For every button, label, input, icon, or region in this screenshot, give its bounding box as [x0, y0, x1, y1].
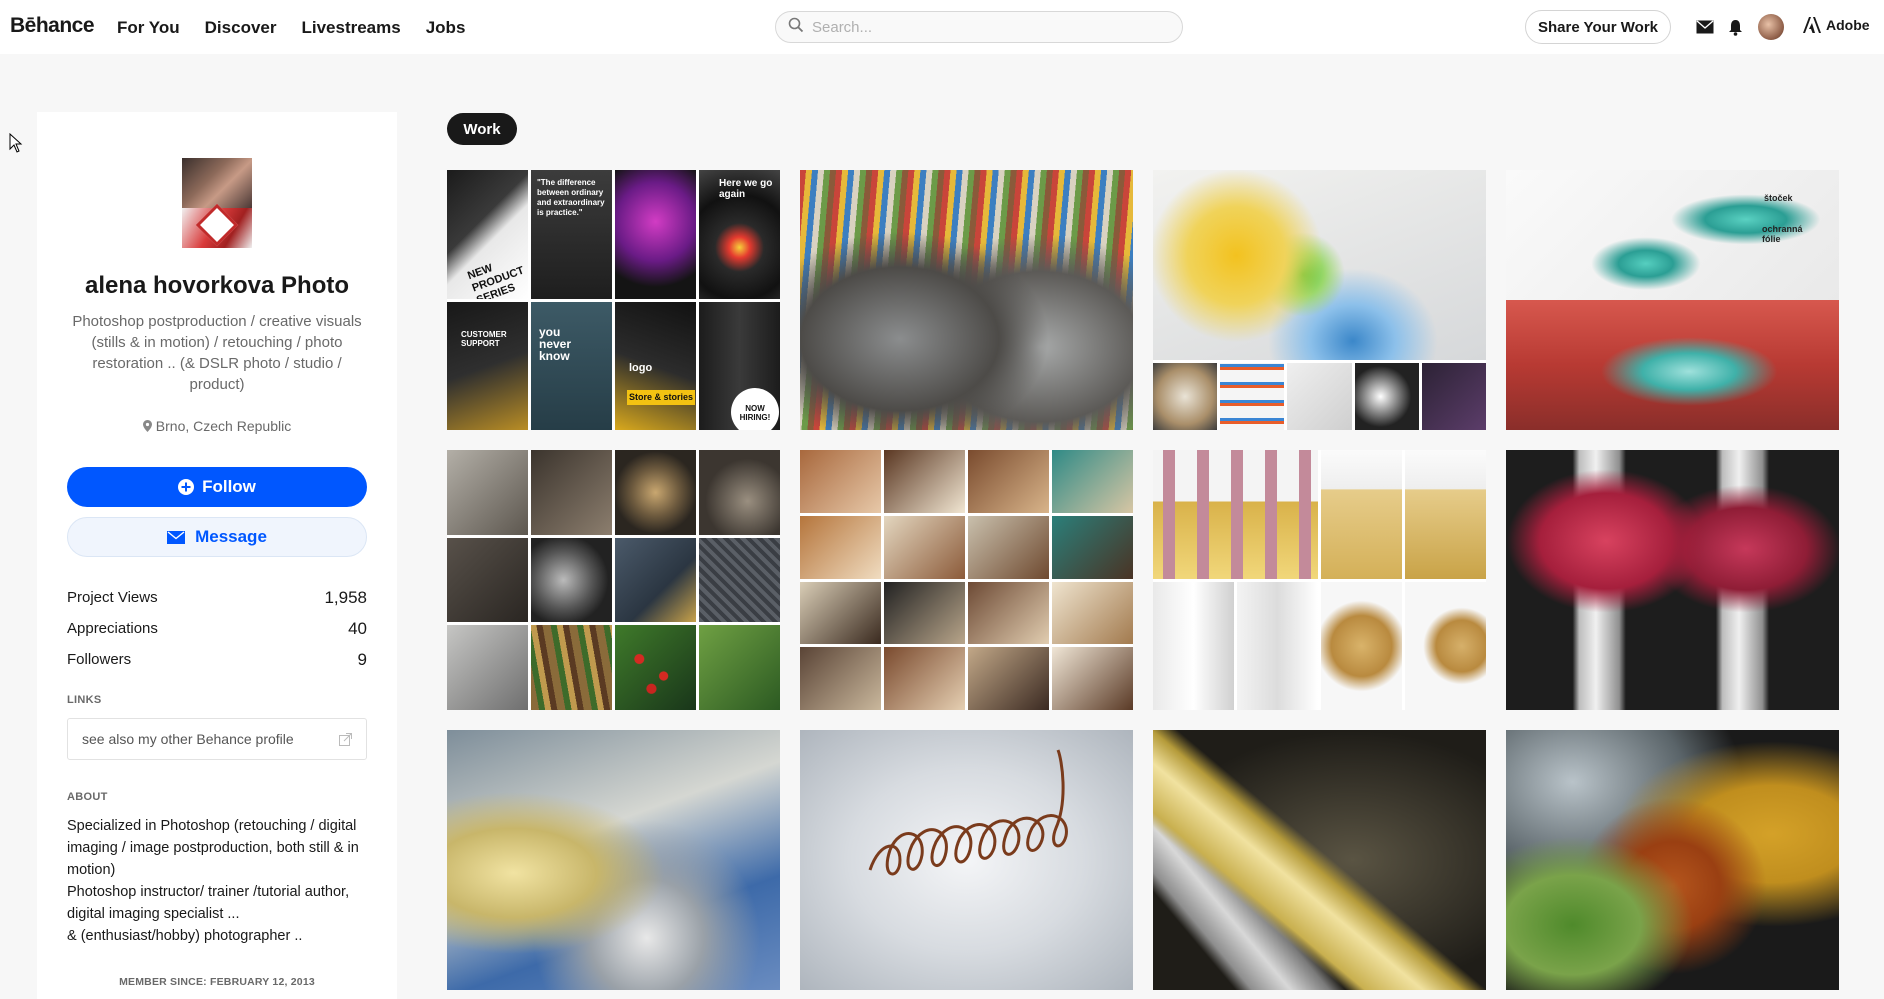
project-card[interactable] [447, 450, 780, 710]
project-card[interactable] [800, 170, 1133, 430]
stat-project-views: Project Views 1,958 [67, 582, 367, 613]
profile-avatar[interactable] [182, 158, 252, 248]
search-input[interactable] [812, 18, 1152, 36]
project-card[interactable] [1153, 450, 1486, 710]
message-button[interactable]: Message [67, 517, 367, 557]
links-heading: LINKS [67, 694, 102, 706]
project-card[interactable] [800, 730, 1133, 990]
stat-label: Project Views [67, 589, 158, 606]
top-navigation-bar: Bēhance For You Discover Livestreams Job… [0, 0, 1884, 54]
project-grid: NEW PRODUCT SERIES "The difference betwe… [447, 170, 1841, 990]
tile-text: you never know [539, 324, 572, 363]
project-card[interactable] [1153, 730, 1486, 990]
search-icon [788, 17, 804, 38]
follow-button[interactable]: Follow [67, 467, 367, 507]
envelope-icon [167, 530, 186, 544]
tile-text: Here we go again [719, 178, 773, 200]
location-pin-icon [142, 420, 152, 432]
stat-followers[interactable]: Followers 9 [67, 644, 367, 675]
stat-value: 9 [357, 649, 367, 669]
nav-jobs[interactable]: Jobs [426, 18, 466, 38]
project-card[interactable] [1153, 170, 1486, 430]
nav-livestreams[interactable]: Livestreams [301, 18, 400, 38]
about-line: Specialized in Photoshop (retouching / d… [67, 818, 359, 878]
profile-description: Photoshop postproduction / creative visu… [72, 313, 362, 393]
profile-name: alena hovorkova Photo [84, 272, 350, 299]
share-your-work-button[interactable]: Share Your Work [1525, 10, 1671, 44]
stat-value: 40 [348, 618, 367, 638]
tile-text: logo [629, 361, 653, 374]
about-text: Specialized in Photoshop (retouching / d… [67, 815, 367, 947]
tile-text: NEW PRODUCT SERIES [466, 262, 526, 299]
stat-appreciations: Appreciations 40 [67, 613, 367, 644]
stat-value: 1,958 [324, 587, 367, 607]
profile-stats: Project Views 1,958 Appreciations 40 Fol… [67, 582, 367, 675]
message-label: Message [195, 527, 267, 546]
external-link-icon [339, 732, 352, 746]
stat-label: Appreciations [67, 620, 158, 637]
about-line: Photoshop instructor/ trainer /tutorial … [67, 884, 350, 922]
nav-for-you[interactable]: For You [117, 18, 180, 38]
nav-discover[interactable]: Discover [205, 18, 277, 38]
behance-logo[interactable]: Bēhance [10, 14, 95, 38]
tile-text: NOW HIRING! [731, 387, 779, 430]
project-card[interactable]: štoček ochranná fólie [1506, 170, 1839, 430]
search-bar[interactable] [775, 11, 1183, 43]
tile-text: CUSTOMER SUPPORT [461, 329, 507, 348]
spring-illustration [868, 749, 1068, 876]
about-heading: ABOUT [67, 791, 108, 803]
user-avatar[interactable] [1758, 14, 1784, 40]
mail-icon[interactable] [1695, 17, 1715, 37]
project-card[interactable] [800, 450, 1133, 710]
stat-label: Followers [67, 651, 132, 668]
tile-text: štoček [1764, 193, 1793, 203]
link-text: see also my other Behance profile [82, 731, 294, 747]
profile-sidebar: alena hovorkova Photo Photoshop postprod… [37, 112, 397, 999]
tile-text: Store & stories [627, 389, 696, 405]
adobe-link[interactable]: Adobe [1803, 17, 1870, 33]
project-card[interactable] [1506, 450, 1839, 710]
bell-icon[interactable] [1725, 17, 1745, 37]
project-card[interactable]: NEW PRODUCT SERIES "The difference betwe… [447, 170, 780, 430]
project-card[interactable] [1506, 730, 1839, 990]
plus-circle-icon [178, 479, 195, 495]
adobe-label: Adobe [1826, 17, 1870, 33]
main-nav: For You Discover Livestreams Jobs [117, 18, 465, 38]
member-since: MEMBER SINCE: FEBRUARY 12, 2013 [119, 976, 315, 988]
location-text: Brno, Czech Republic [155, 418, 292, 434]
tile-text: ochranná fólie [1762, 224, 1803, 244]
external-profile-link[interactable]: see also my other Behance profile [67, 718, 367, 760]
mouse-cursor-icon [9, 133, 23, 153]
tile-text: "The difference between ordinary and ext… [537, 178, 605, 217]
about-line: & (enthusiast/hobby) photographer .. [67, 928, 303, 944]
profile-location: Brno, Czech Republic [37, 418, 397, 434]
project-card[interactable] [447, 730, 780, 990]
adobe-logo-icon [1803, 17, 1821, 33]
follow-label: Follow [202, 477, 256, 496]
tab-work[interactable]: Work [447, 113, 517, 145]
